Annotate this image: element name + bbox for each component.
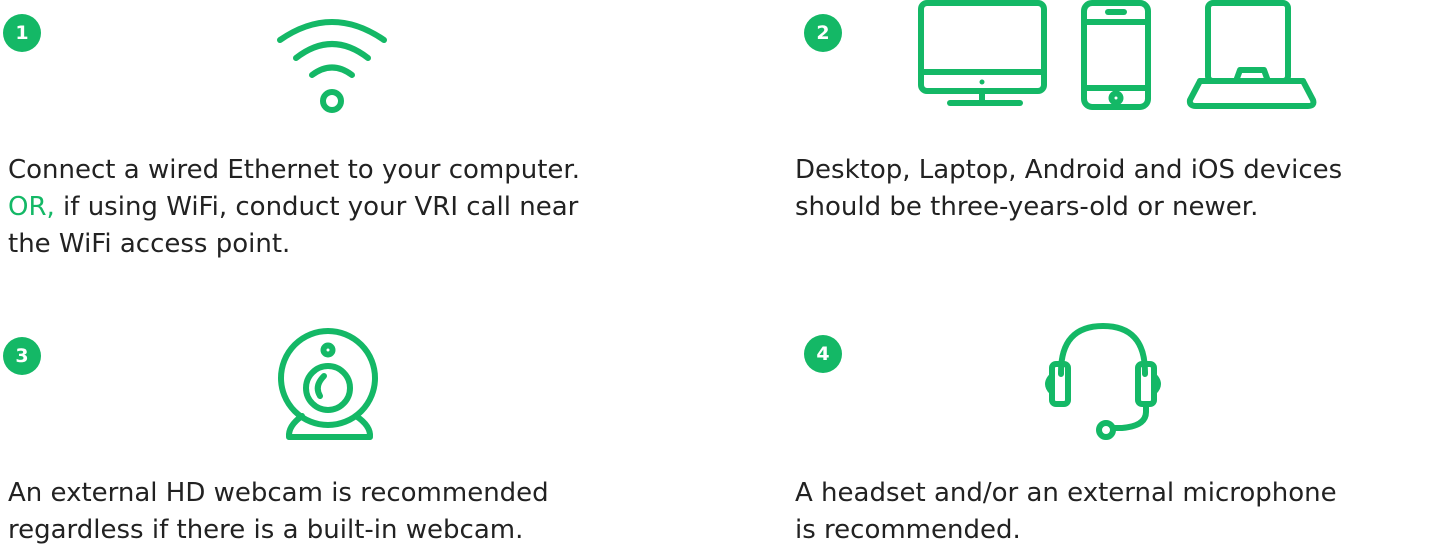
step-2-text: Desktop, Laptop, Android and iOS devices…: [795, 152, 1342, 226]
step-1-text: Connect a wired Ethernet to your compute…: [8, 152, 580, 263]
devices-icon: [918, 0, 1318, 112]
step-1-line-3: the WiFi access point.: [8, 229, 291, 259]
wifi-icon: [272, 10, 392, 120]
step-4-line-1: A headset and/or an external microphone: [795, 478, 1337, 508]
step-2-line-1: Desktop, Laptop, Android and iOS devices: [795, 155, 1343, 185]
headset-icon: [1042, 320, 1172, 445]
step-1-line-2: if using WiFi, conduct your VRI call nea…: [54, 192, 579, 222]
step-4-badge: 4: [804, 335, 842, 373]
step-3-badge: 3: [3, 337, 41, 375]
step-1-or-label: OR,: [8, 192, 55, 222]
step-1-line-1: Connect a wired Ethernet to your compute…: [8, 155, 580, 185]
step-2-line-2: should be three-years-old or newer.: [795, 192, 1259, 222]
webcam-icon: [270, 322, 390, 446]
step-3-line-2: regardless if there is a built-in webcam…: [8, 515, 524, 545]
step-4-text: A headset and/or an external microphone …: [795, 475, 1337, 549]
step-3-text: An external HD webcam is recommended reg…: [8, 475, 549, 549]
step-1-badge: 1: [3, 14, 41, 52]
step-4-line-2: is recommended.: [795, 515, 1021, 545]
step-3-line-1: An external HD webcam is recommended: [8, 478, 549, 508]
step-2-badge: 2: [804, 14, 842, 52]
